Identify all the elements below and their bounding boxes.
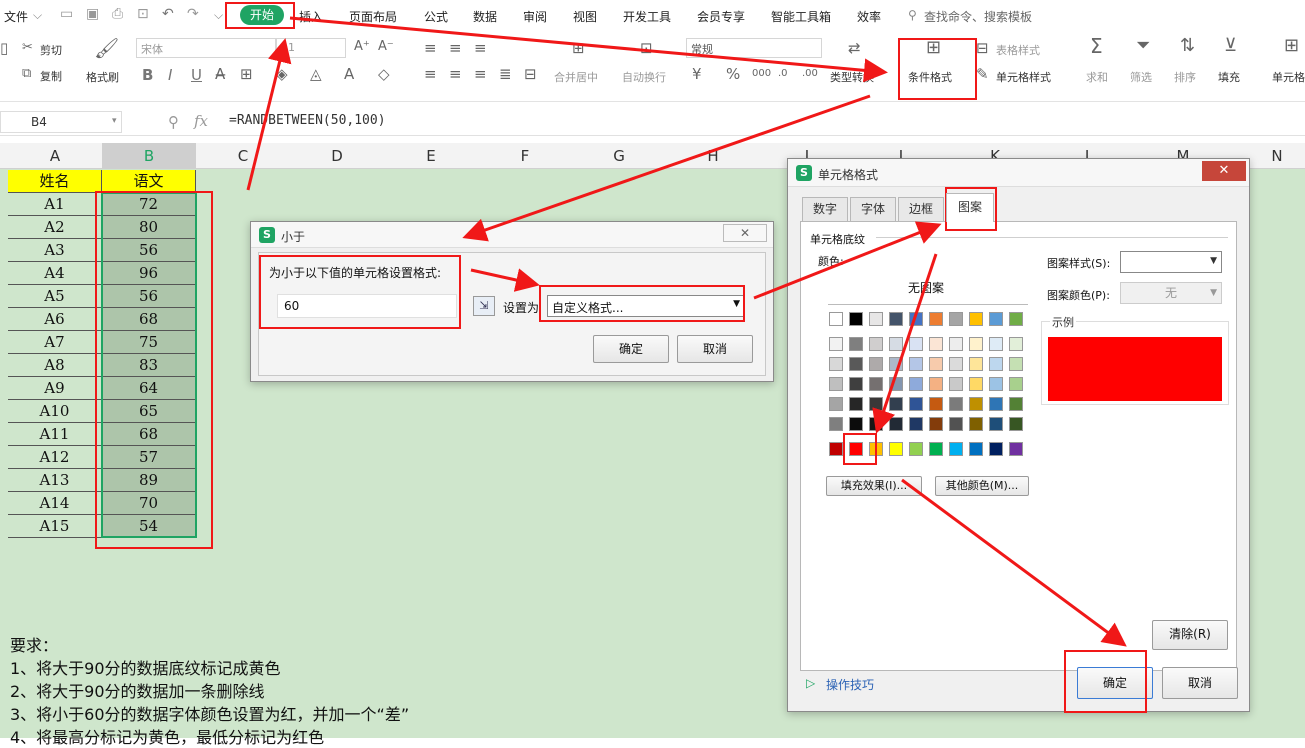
tab-pattern[interactable]: 图案 [946,193,994,222]
annotation-arrows [246,16,1127,647]
